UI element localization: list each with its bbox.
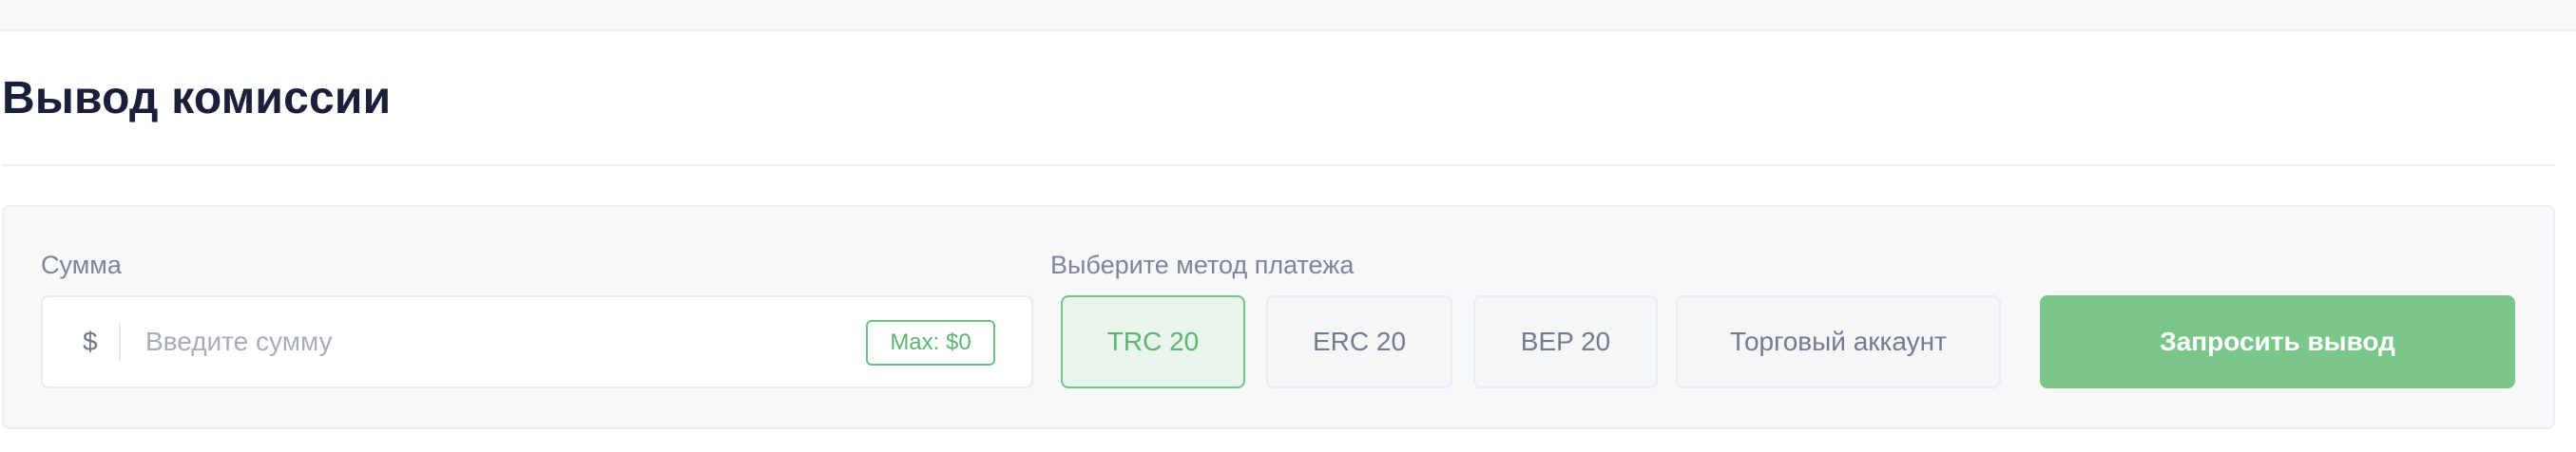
amount-field[interactable]: $ Max: $0 — [41, 295, 1033, 388]
currency-separator — [119, 324, 121, 362]
page-title: Вывод комиссии — [2, 73, 392, 123]
method-trc20-button[interactable]: TRC 20 — [1061, 295, 1245, 388]
currency-symbol: $ — [83, 327, 98, 356]
amount-input[interactable] — [145, 318, 849, 366]
request-withdrawal-button[interactable]: Запросить вывод — [2040, 295, 2515, 388]
method-erc20-button[interactable]: ERC 20 — [1266, 295, 1452, 388]
payment-method-label: Выберите метод платежа — [1050, 251, 1355, 279]
method-trading-account-button[interactable]: Торговый аккаунт — [1676, 295, 2001, 388]
title-divider — [2, 164, 2555, 166]
amount-label: Сумма — [41, 251, 122, 279]
top-strip — [0, 0, 2576, 31]
method-bep20-button[interactable]: BEP 20 — [1473, 295, 1658, 388]
max-amount-button[interactable]: Max: $0 — [866, 320, 995, 366]
